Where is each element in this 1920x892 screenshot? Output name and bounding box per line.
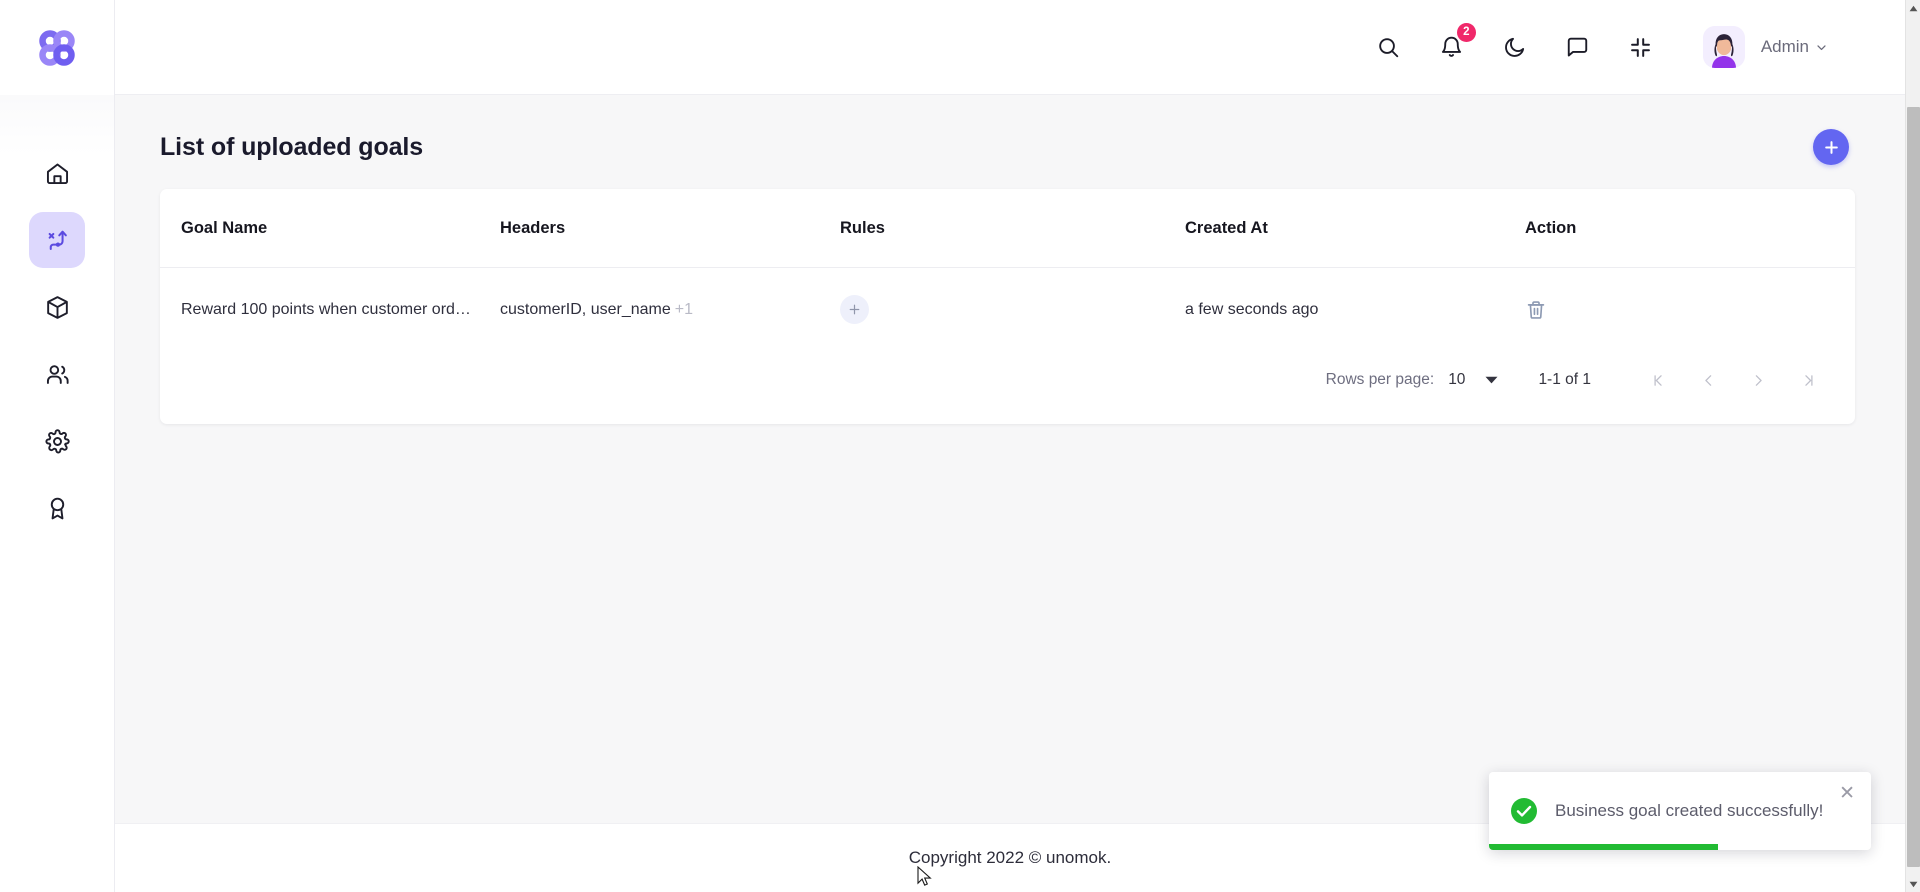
moon-icon — [1502, 35, 1527, 60]
column-header-action: Action — [1525, 189, 1855, 268]
caret-down-icon — [1909, 881, 1918, 888]
notification-badge: 2 — [1457, 23, 1476, 42]
dark-mode-button[interactable] — [1500, 32, 1530, 62]
plus-icon — [848, 303, 861, 316]
add-goal-button[interactable] — [1813, 129, 1849, 165]
search-icon — [1376, 35, 1401, 60]
main-content: List of uploaded goals Goal Name Headers… — [115, 95, 1905, 823]
success-toast: Business goal created successfully! ✕ — [1489, 772, 1871, 850]
column-header-headers: Headers — [500, 189, 840, 268]
last-page-button[interactable] — [1783, 363, 1833, 397]
scrollbar-thumb[interactable] — [1907, 107, 1920, 867]
first-page-button[interactable] — [1633, 363, 1683, 397]
scroll-up-button[interactable] — [1906, 0, 1920, 16]
header-actions: 2 — [1374, 26, 1827, 68]
sidebar-item-goals[interactable] — [29, 212, 85, 268]
table-pagination: Rows per page: 10 1-1 of 1 — [160, 351, 1855, 424]
unomok-logo-icon — [36, 27, 78, 69]
user-name-text: Admin — [1761, 37, 1809, 57]
trash-icon — [1525, 299, 1547, 321]
collapse-icon — [1628, 35, 1653, 60]
cell-action — [1525, 268, 1855, 352]
page-header: List of uploaded goals — [160, 129, 1855, 165]
cell-headers: customerID, user_name+1 — [500, 268, 840, 352]
sidebar — [0, 0, 115, 892]
goals-table: Goal Name Headers Rules Created At Actio… — [160, 189, 1855, 351]
table-header-row: Goal Name Headers Rules Created At Actio… — [160, 189, 1855, 268]
award-icon — [44, 495, 71, 522]
headers-text: customerID, user_name — [500, 301, 671, 318]
notifications-button[interactable]: 2 — [1437, 32, 1467, 62]
last-page-icon — [1800, 372, 1817, 389]
rows-per-page-label: Rows per page: — [1326, 371, 1435, 389]
scroll-down-button[interactable] — [1906, 876, 1920, 892]
caret-up-icon — [1909, 5, 1918, 12]
mouse-cursor — [917, 866, 933, 888]
chevron-right-icon — [1750, 372, 1767, 389]
sidebar-item-customers[interactable] — [29, 346, 85, 402]
rows-per-page-value: 10 — [1448, 371, 1465, 389]
headers-overflow-count: +1 — [675, 301, 693, 318]
rows-per-page-select[interactable]: 10 — [1448, 371, 1498, 389]
column-header-created-at: Created At — [1185, 189, 1525, 268]
goals-table-card: Goal Name Headers Rules Created At Actio… — [160, 189, 1855, 424]
exit-fullscreen-button[interactable] — [1626, 32, 1656, 62]
add-rule-button[interactable] — [840, 295, 869, 324]
plus-icon — [1823, 139, 1840, 156]
chat-icon — [1565, 35, 1590, 60]
chevron-left-icon — [1700, 372, 1717, 389]
table-head: Goal Name Headers Rules Created At Actio… — [160, 189, 1855, 268]
success-check-icon — [1511, 798, 1537, 824]
cell-goal-name: Reward 100 points when customer ord… — [160, 268, 500, 352]
sidebar-item-rewards[interactable] — [29, 480, 85, 536]
strategy-icon — [44, 227, 71, 254]
table-body: Reward 100 points when customer ord… cus… — [160, 268, 1855, 352]
chevron-down-icon — [1816, 42, 1827, 53]
app-root: 2 — [0, 0, 1920, 892]
previous-page-button[interactable] — [1683, 363, 1733, 397]
sidebar-item-settings[interactable] — [29, 413, 85, 469]
messages-button[interactable] — [1563, 32, 1593, 62]
sidebar-nav — [0, 95, 114, 536]
chevron-down-icon — [1485, 376, 1498, 384]
toast-close-button[interactable]: ✕ — [1835, 780, 1859, 807]
first-page-icon — [1650, 372, 1667, 389]
top-header: 2 — [115, 0, 1905, 95]
sidebar-item-home[interactable] — [29, 145, 85, 201]
user-avatar — [1703, 26, 1745, 68]
column-header-rules: Rules — [840, 189, 1185, 268]
page-scrollbar[interactable] — [1905, 0, 1920, 892]
users-icon — [44, 361, 71, 388]
table-row[interactable]: Reward 100 points when customer ord… cus… — [160, 268, 1855, 352]
goal-name-text: Reward 100 points when customer ord… — [181, 301, 491, 319]
user-menu[interactable]: Admin — [1703, 26, 1827, 68]
page-title: List of uploaded goals — [160, 133, 423, 162]
gear-icon — [44, 428, 71, 455]
app-logo[interactable] — [0, 0, 114, 95]
search-button[interactable] — [1374, 32, 1404, 62]
copyright-text: Copyright 2022 © unomok. — [909, 848, 1111, 868]
user-name-label: Admin — [1761, 37, 1827, 57]
toast-progress-bar — [1489, 844, 1718, 850]
sidebar-item-products[interactable] — [29, 279, 85, 335]
column-header-goal-name: Goal Name — [160, 189, 500, 268]
cell-rules — [840, 268, 1185, 352]
next-page-button[interactable] — [1733, 363, 1783, 397]
delete-goal-button[interactable] — [1525, 299, 1547, 321]
cell-created-at: a few seconds ago — [1185, 268, 1525, 352]
pagination-range: 1-1 of 1 — [1538, 371, 1591, 389]
toast-message: Business goal created successfully! — [1555, 801, 1823, 821]
box-icon — [44, 294, 71, 321]
home-icon — [44, 160, 71, 187]
